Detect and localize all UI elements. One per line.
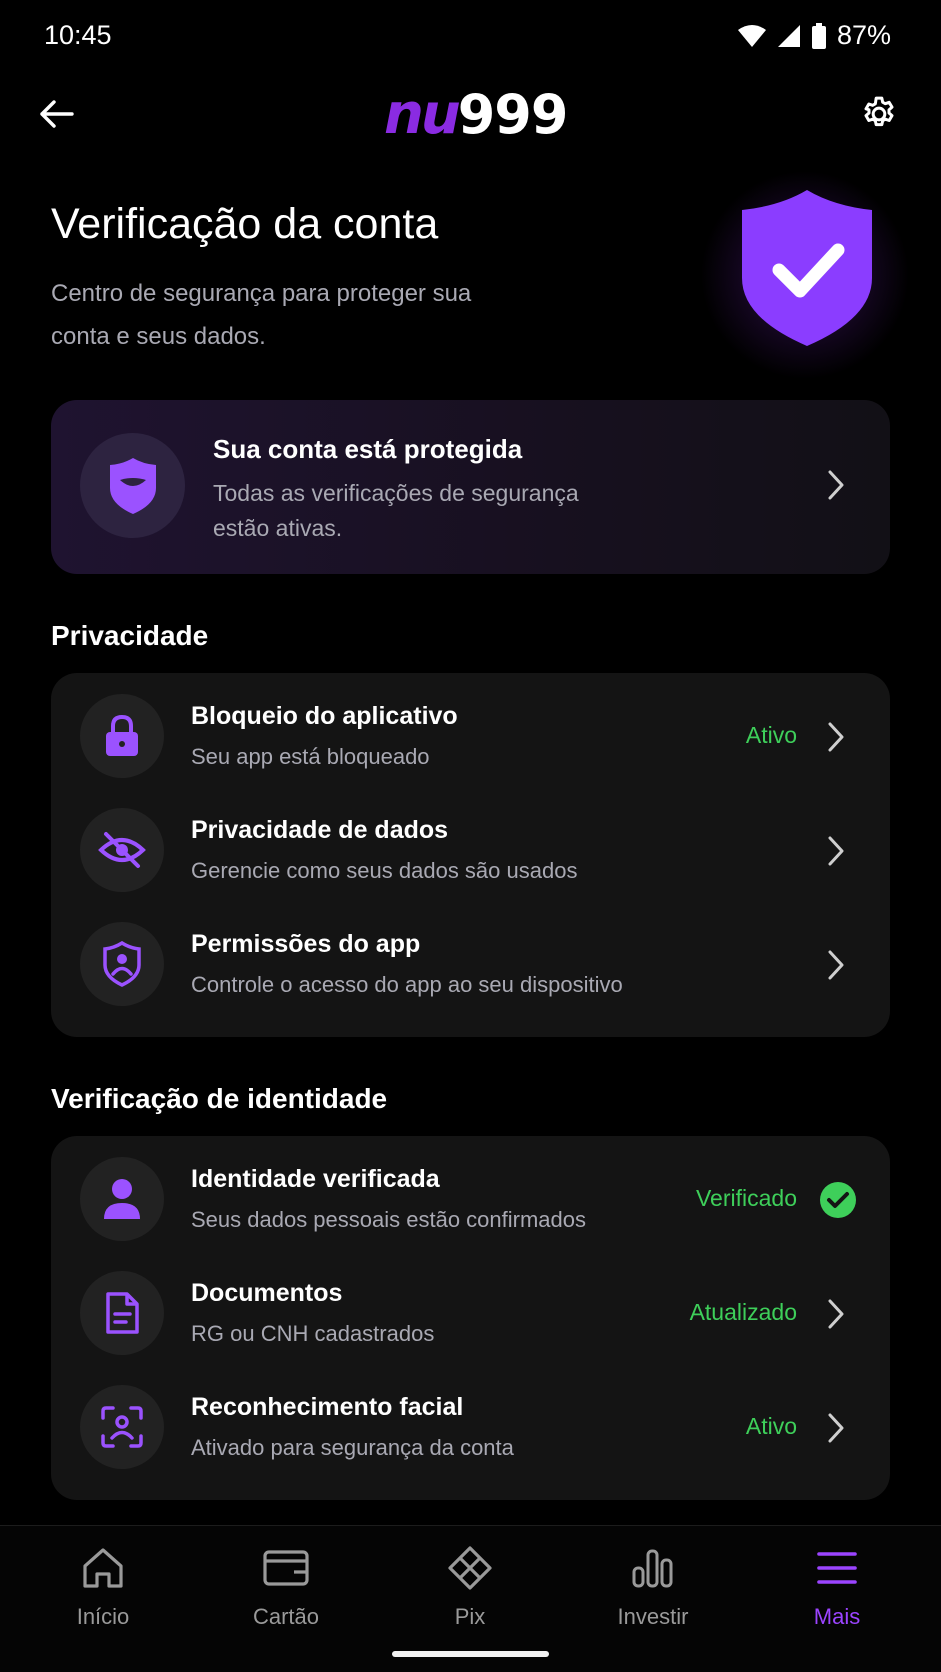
row-icon-wrap [80,1271,164,1355]
row-icon-wrap [80,808,164,892]
app-logo: nu 999 [384,81,569,147]
chevron-right-icon [826,468,846,507]
menu-icon [816,1544,858,1592]
nav-item-inicio[interactable]: Início [38,1544,168,1644]
row-title: Reconhecimento facial [191,1393,464,1421]
nav-label: Mais [813,1604,861,1629]
account-protected-card[interactable]: Sua conta está protegida Todas as verifi… [51,400,890,574]
list-item-face-recognition[interactable]: Reconhecimento facial Ativado para segur… [51,1371,890,1484]
status-badge: Atualizado [689,1299,797,1325]
chevron-right-icon [826,1411,846,1450]
list-item-data-privacy[interactable]: Privacidade de dados Gerencie como seus … [51,794,890,907]
document-icon [106,1292,139,1334]
status-bar: 10:45 87% [0,0,941,74]
home-icon [81,1544,125,1592]
chevron-right-icon [826,720,846,759]
battery-icon [811,22,827,49]
home-indicator[interactable] [392,1651,549,1657]
pix-icon [447,1544,493,1592]
row-subtitle: Ativado para segurança da conta [191,1435,514,1460]
row-subtitle: Seu app está bloqueado [191,744,430,769]
status-indicators: 87% [737,20,891,51]
row-icon-wrap [80,922,164,1006]
protect-description: Todas as verificações de segurança estão… [213,480,579,541]
status-badge: Ativo [745,1413,797,1439]
row-title: Bloqueio do aplicativo [191,702,458,730]
chevron-right-icon [826,834,846,873]
row-subtitle: RG ou CNH cadastrados [191,1321,435,1346]
protect-icon-wrap [80,433,185,538]
status-badge: Verificado [695,1185,797,1211]
nav-label: Início [76,1604,130,1629]
protect-title: Sua conta está protegida [213,434,523,464]
lock-icon [106,714,138,756]
arrow-left-icon [40,100,74,128]
logo-brand: nu [384,81,461,147]
face-scan-icon [101,1406,143,1448]
list-item-app-permissions[interactable]: Permissões do app Controle o acesso do a… [51,908,890,1021]
chart-icon [631,1544,675,1592]
nav-label: Investir [617,1604,689,1629]
eye-off-icon [98,832,146,868]
user-shield-icon [103,941,141,987]
status-badge: Ativo [745,722,797,748]
row-subtitle: Seus dados pessoais estão confirmados [191,1207,587,1232]
row-subtitle: Gerencie como seus dados são usados [191,858,578,883]
identity-list: Identidade verificada Seus dados pessoai… [51,1136,890,1500]
privacy-list: Bloqueio do aplicativo Seu app está bloq… [51,673,890,1037]
nav-label: Pix [454,1604,486,1629]
row-title: Permissões do app [191,930,421,958]
bottom-nav: Início Cartão Pix Investir Mais [0,1525,941,1672]
section-title-privacy: Privacidade [51,620,209,651]
logo-number: 999 [457,82,569,146]
row-icon-wrap [80,694,164,778]
list-item-documents[interactable]: Documentos RG ou CNH cadastrados Atualiz… [51,1257,890,1370]
nav-item-investir[interactable]: Investir [588,1544,718,1644]
list-item-identity-verified[interactable]: Identidade verificada Seus dados pessoai… [51,1143,890,1256]
row-icon-wrap [80,1385,164,1469]
nav-item-mais[interactable]: Mais [772,1544,902,1644]
check-circle-icon [819,1181,857,1224]
list-item-app-lock[interactable]: Bloqueio do aplicativo Seu app está bloq… [51,680,890,793]
row-title: Documentos [191,1279,343,1307]
top-bar: nu 999 [0,78,941,150]
chevron-right-icon [826,1297,846,1336]
person-icon [104,1179,140,1219]
card-icon [262,1544,310,1592]
nav-label: Cartão [252,1604,320,1629]
row-subtitle: Controle o acesso do app ao seu disposit… [191,972,623,997]
chevron-right-icon [826,948,846,987]
row-icon-wrap [80,1157,164,1241]
section-title-identity: Verificação de identidade [51,1083,388,1114]
shield-icon [109,457,156,514]
page-subtitle: Centro de segurança para proteger sua co… [51,280,472,350]
shield-check-icon [722,188,892,358]
battery-percent: 87% [836,20,891,50]
nav-item-cartao[interactable]: Cartão [221,1544,351,1644]
nav-item-pix[interactable]: Pix [405,1544,535,1644]
row-title: Privacidade de dados [191,816,449,844]
row-title: Identidade verificada [191,1165,440,1193]
status-time: 10:45 [44,20,112,50]
gear-icon [864,96,894,127]
signal-icon [777,24,801,48]
settings-button[interactable] [855,90,903,138]
wifi-icon [737,24,767,48]
back-button[interactable] [34,92,78,136]
page-title: Verificação da conta [51,200,439,248]
